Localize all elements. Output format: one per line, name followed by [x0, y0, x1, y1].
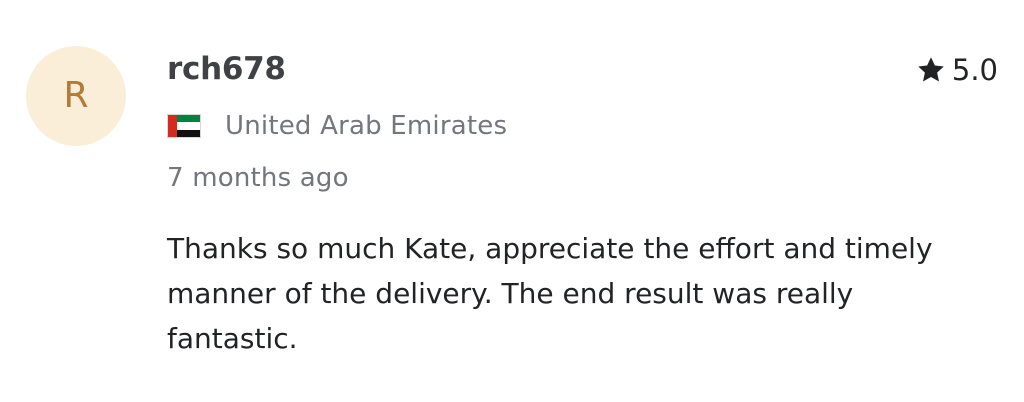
review-time: 7 months ago — [167, 163, 349, 193]
avatar[interactable]: R — [26, 46, 126, 146]
rating: 5.0 — [916, 52, 998, 88]
star-icon — [918, 57, 944, 82]
avatar-initial: R — [63, 75, 89, 116]
uae-flag-icon — [167, 114, 201, 138]
rating-value: 5.0 — [951, 53, 998, 87]
reviewer-country: United Arab Emirates — [167, 108, 507, 144]
review-card: R rch678 5.0 United Arab Emirates 7 mont… — [0, 0, 1024, 402]
country-name: United Arab Emirates — [225, 111, 508, 141]
review-text: Thanks so much Kate, appreciate the effo… — [167, 232, 933, 355]
reviewer-username[interactable]: rch678 — [167, 51, 286, 87]
